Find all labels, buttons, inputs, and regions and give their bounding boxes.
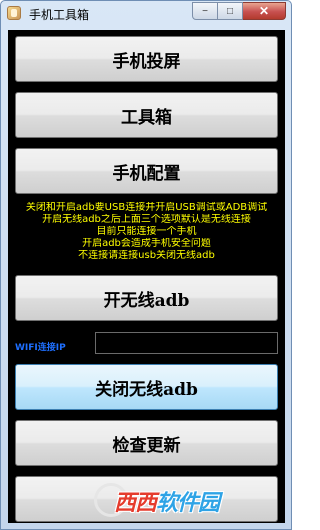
disable-wireless-adb-button[interactable]: 关闭无线adb (15, 364, 278, 410)
wifi-ip-input[interactable] (95, 332, 278, 354)
toolbox-button[interactable]: 工具箱 (15, 92, 278, 138)
watermark-text: 西西软件园 (114, 485, 220, 517)
check-update-button[interactable]: 检查更新 (15, 420, 278, 466)
title-bar[interactable]: 手机工具箱 − □ ✕ (1, 1, 291, 25)
info-line: 开启无线adb之后上面三个选项默认是无线连接 (42, 214, 251, 225)
info-text: 关闭和开启adb要USB连接并开启USB调试或ADB调试 开启无线adb之后上面… (8, 202, 285, 262)
info-line: 目前只能连接一个手机 (96, 226, 197, 237)
window-title: 手机工具箱 (29, 8, 90, 22)
caption-buttons: − □ ✕ (192, 2, 286, 20)
watermark-text-blue: 软件园 (156, 491, 220, 516)
phone-config-button[interactable]: 手机配置 (15, 148, 278, 194)
watermark-logo: 西西软件园 (94, 479, 274, 523)
client-area: 手机投屏 工具箱 手机配置 关闭和开启adb要USB连接并开启USB调试或ADB… (8, 30, 285, 523)
enable-wireless-adb-button[interactable]: 开无线adb (15, 275, 278, 321)
app-icon (7, 6, 21, 20)
minimize-button[interactable]: − (192, 2, 218, 20)
info-line: 不连接请连接usb关闭无线adb (78, 250, 215, 261)
app-window: 手机工具箱 − □ ✕ 手机投屏 工具箱 手机配置 关闭和开启adb要USB连接… (0, 0, 292, 530)
screen-mirror-button[interactable]: 手机投屏 (15, 36, 278, 82)
info-line: 开启adb会造成手机安全问题 (82, 238, 211, 249)
close-button[interactable]: ✕ (243, 2, 286, 20)
watermark-text-red: 西西 (114, 491, 157, 516)
info-line: 关闭和开启adb要USB连接并开启USB调试或ADB调试 (25, 202, 268, 213)
wifi-ip-label: WIFI连接IP (15, 343, 66, 353)
maximize-button[interactable]: □ (218, 2, 243, 20)
